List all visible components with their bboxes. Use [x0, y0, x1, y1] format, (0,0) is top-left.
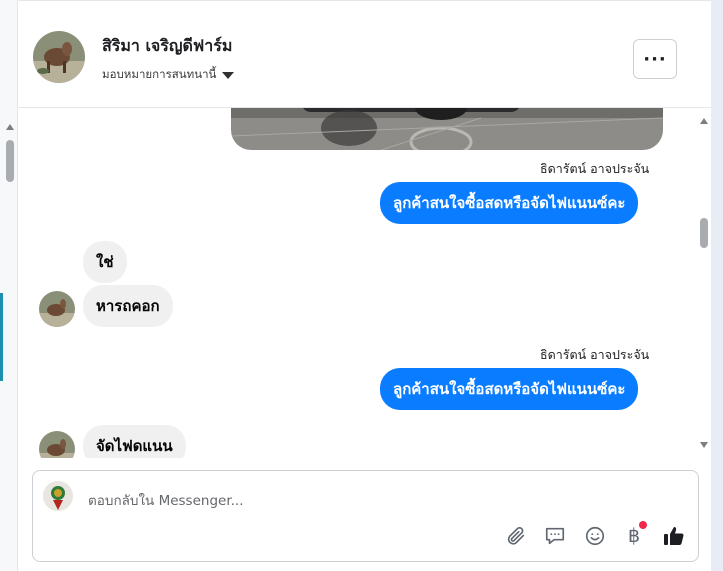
smiley-icon[interactable]: [582, 523, 608, 549]
reply-composer[interactable]: ตอบกลับใน Messenger... ฿: [32, 470, 699, 562]
left-selection-accent: [0, 293, 3, 381]
more-options-button[interactable]: ···: [633, 39, 677, 79]
assign-conversation-label: มอบหมายการสนทนานี้: [102, 67, 217, 81]
photo-attachment[interactable]: [231, 108, 663, 150]
notification-dot: [639, 521, 647, 529]
sender-name: ธิดารัตน์ อาจประจัน: [540, 161, 650, 176]
incoming-message[interactable]: ใช่: [83, 241, 127, 283]
speech-bubble-icon[interactable]: [542, 523, 568, 549]
incoming-message[interactable]: จัดไฟดแนน: [83, 425, 186, 458]
outgoing-message[interactable]: ลูกค้าสนใจซื้อสดหรือจัดไฟแนนซ์คะ: [380, 182, 639, 224]
thumbs-up-icon[interactable]: [661, 523, 687, 549]
paperclip-icon[interactable]: [503, 523, 529, 549]
outgoing-message[interactable]: ลูกค้าสนใจซื้อสดหรือจัดไฟแนนซ์คะ: [380, 368, 639, 410]
messenger-conversation-panel: สิริมา เจริญดีฟาร์ม มอบหมายการสนทนานี้ ·…: [0, 0, 723, 571]
baht-icon[interactable]: ฿: [621, 521, 647, 549]
contact-avatar[interactable]: [33, 31, 85, 83]
message-list: ธิดารัตน์ อาจประจัน ลูกค้าสนใจซื้อสดหรือ…: [19, 108, 711, 458]
sender-name: ธิดารัตน์ อาจประจัน: [540, 347, 650, 362]
message-scroll-down-arrow[interactable]: [700, 442, 708, 448]
contact-avatar-small: [39, 291, 75, 327]
caret-down-icon: [222, 72, 235, 79]
message-scroll-up-arrow[interactable]: [700, 118, 708, 124]
left-scroll-up-arrow[interactable]: [6, 124, 14, 130]
contact-name[interactable]: สิริมา เจริญดีฟาร์ม: [102, 34, 232, 59]
left-scrollbar-thumb[interactable]: [6, 140, 14, 182]
contact-avatar-small: [39, 431, 75, 458]
incoming-message[interactable]: หารถคอก: [83, 285, 173, 327]
message-scrollbar-thumb[interactable]: [700, 218, 708, 248]
ellipsis-icon: ···: [643, 48, 667, 70]
reply-input[interactable]: ตอบกลับใน Messenger...: [88, 489, 244, 511]
page-avatar: [43, 481, 73, 511]
right-panel-edge: [711, 0, 723, 571]
left-panel-edge: [0, 0, 18, 571]
conversation-header: สิริมา เจริญดีฟาร์ม มอบหมายการสนทนานี้ ·…: [19, 0, 711, 108]
assign-conversation-dropdown[interactable]: มอบหมายการสนทนานี้: [102, 66, 235, 84]
